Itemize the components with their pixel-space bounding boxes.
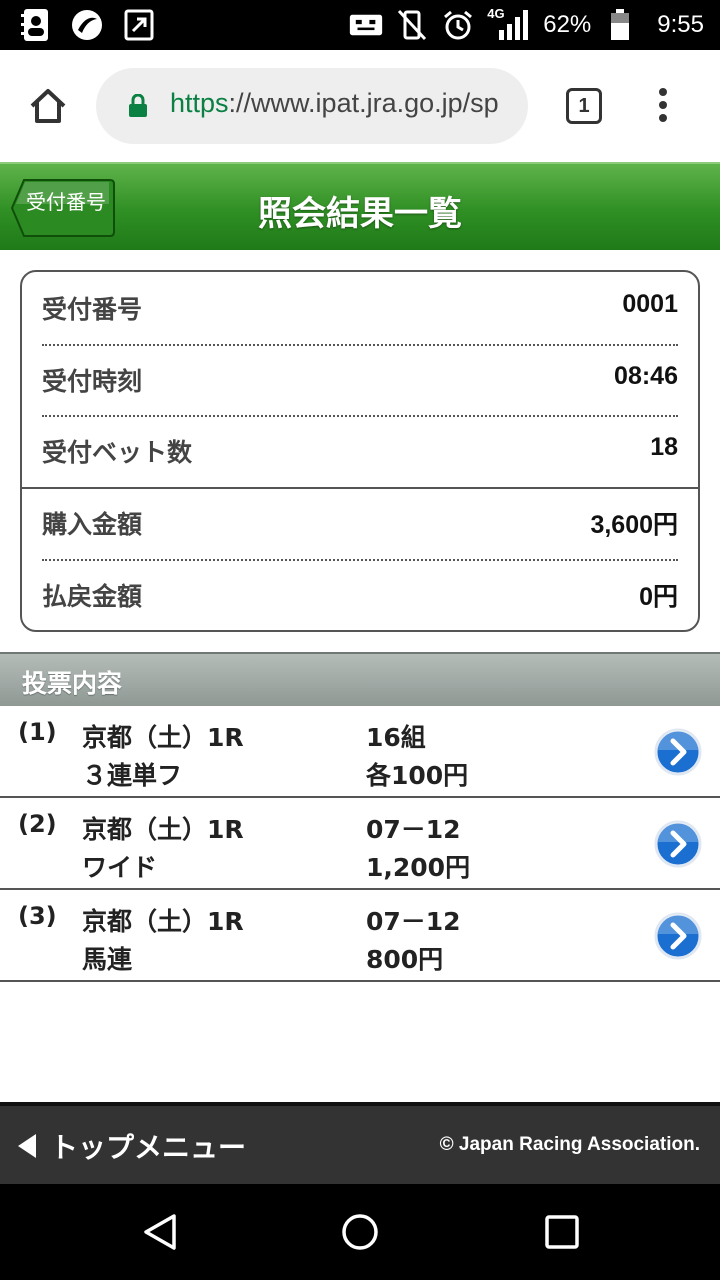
bet-amount: 800円 xyxy=(366,945,444,974)
summary-row-receipt-number: 受付番号 0001 xyxy=(42,272,678,342)
summary-value: 0円 xyxy=(639,583,678,611)
home-nav-icon[interactable] xyxy=(340,1212,380,1252)
page-header: 受付番号 照会結果一覧 xyxy=(0,162,720,250)
bets-section-header: 投票内容 xyxy=(0,652,720,706)
screenshot-icon xyxy=(349,8,383,42)
copyright: © Japan Racing Association. xyxy=(439,1134,700,1155)
bet-type: ３連単フ xyxy=(82,761,183,790)
back-nav-icon[interactable] xyxy=(140,1212,180,1252)
summary-value: 18 xyxy=(650,433,678,461)
lock-icon xyxy=(128,93,148,118)
summary-label: 受付ベット数 xyxy=(42,438,193,467)
section-title: 投票内容 xyxy=(22,669,123,698)
summary-label: 受付時刻 xyxy=(42,367,143,396)
bet-type: 馬連 xyxy=(82,945,133,974)
bet-venue: 京都（土）1R xyxy=(82,907,244,936)
notification-icons xyxy=(18,8,156,42)
battery-icon xyxy=(603,8,637,42)
url-text: https://www.ipat.jra.go.jp/sp xyxy=(170,88,510,119)
summary-label: 受付番号 xyxy=(42,295,143,324)
chevron-right-icon[interactable] xyxy=(654,728,702,776)
bet-combination: 16組 xyxy=(366,723,426,752)
bet-amount: 1,200円 xyxy=(366,853,471,882)
network-type: 4G xyxy=(487,6,505,21)
url-path: ://www.ipat.jra.go.jp/sp xyxy=(228,88,499,118)
summary-row-payout-amount: 払戻金額 0円 xyxy=(42,559,678,629)
summary-row-receipt-time: 受付時刻 08:46 xyxy=(42,344,678,414)
summary-row-purchase-amount: 購入金額 3,600円 xyxy=(42,487,678,557)
app-notification-icon xyxy=(70,8,104,42)
share-notification-icon xyxy=(122,8,156,42)
summary-card: 受付番号 0001 受付時刻 08:46 受付ベット数 18 購入金額 3,60… xyxy=(20,270,700,632)
bet-list-item[interactable]: (1) 京都（土）1R ３連単フ 16組 各100円 xyxy=(0,706,720,798)
summary-label: 払戻金額 xyxy=(42,582,143,611)
chevron-right-icon[interactable] xyxy=(654,912,702,960)
bet-amount: 各100円 xyxy=(366,761,469,790)
signal-icon: 4G xyxy=(487,6,531,42)
bet-combination: 07－12 xyxy=(366,907,461,936)
summary-value: 08:46 xyxy=(614,362,678,390)
bet-type: ワイド xyxy=(82,853,158,882)
bet-index: (2) xyxy=(18,810,57,838)
bet-list-item[interactable]: (3) 京都（土）1R 馬連 07－12 800円 xyxy=(0,890,720,982)
vibrate-off-icon xyxy=(395,8,429,42)
bet-index: (3) xyxy=(18,902,57,930)
system-navigation-bar xyxy=(0,1184,720,1280)
status-bar: 4G 62% 9:55 xyxy=(0,0,720,50)
page-footer: トップメニュー © Japan Racing Association. xyxy=(0,1102,720,1184)
summary-label: 購入金額 xyxy=(42,510,143,539)
system-status: 4G 62% 9:55 xyxy=(349,6,704,44)
alarm-icon xyxy=(441,8,475,42)
summary-value: 3,600円 xyxy=(590,511,678,539)
summary-value: 0001 xyxy=(622,290,678,318)
browser-toolbar: https://www.ipat.jra.go.jp/sp 1 xyxy=(0,50,720,162)
address-bar[interactable]: https://www.ipat.jra.go.jp/sp xyxy=(96,68,528,144)
bet-combination: 07－12 xyxy=(366,815,461,844)
summary-row-bet-count: 受付ベット数 18 xyxy=(42,415,678,485)
chevron-right-icon[interactable] xyxy=(654,820,702,868)
back-arrow-icon xyxy=(18,1134,36,1158)
overflow-menu-icon[interactable] xyxy=(656,88,670,128)
bet-index: (1) xyxy=(18,718,57,746)
tab-switcher-button[interactable]: 1 xyxy=(566,88,602,124)
url-scheme: https xyxy=(170,88,229,118)
top-menu-label: トップメニュー xyxy=(50,1131,247,1164)
top-menu-link[interactable]: トップメニュー xyxy=(18,1126,246,1166)
bet-venue: 京都（土）1R xyxy=(82,723,244,752)
bet-venue: 京都（土）1R xyxy=(82,815,244,844)
home-icon[interactable] xyxy=(28,86,68,126)
contacts-notification-icon xyxy=(18,8,52,42)
clock: 9:55 xyxy=(657,11,704,38)
battery-percent: 62% xyxy=(543,11,592,38)
bet-list-item[interactable]: (2) 京都（土）1R ワイド 07－12 1,200円 xyxy=(0,798,720,890)
page-title: 照会結果一覧 xyxy=(258,194,462,234)
recents-nav-icon[interactable] xyxy=(542,1212,582,1252)
